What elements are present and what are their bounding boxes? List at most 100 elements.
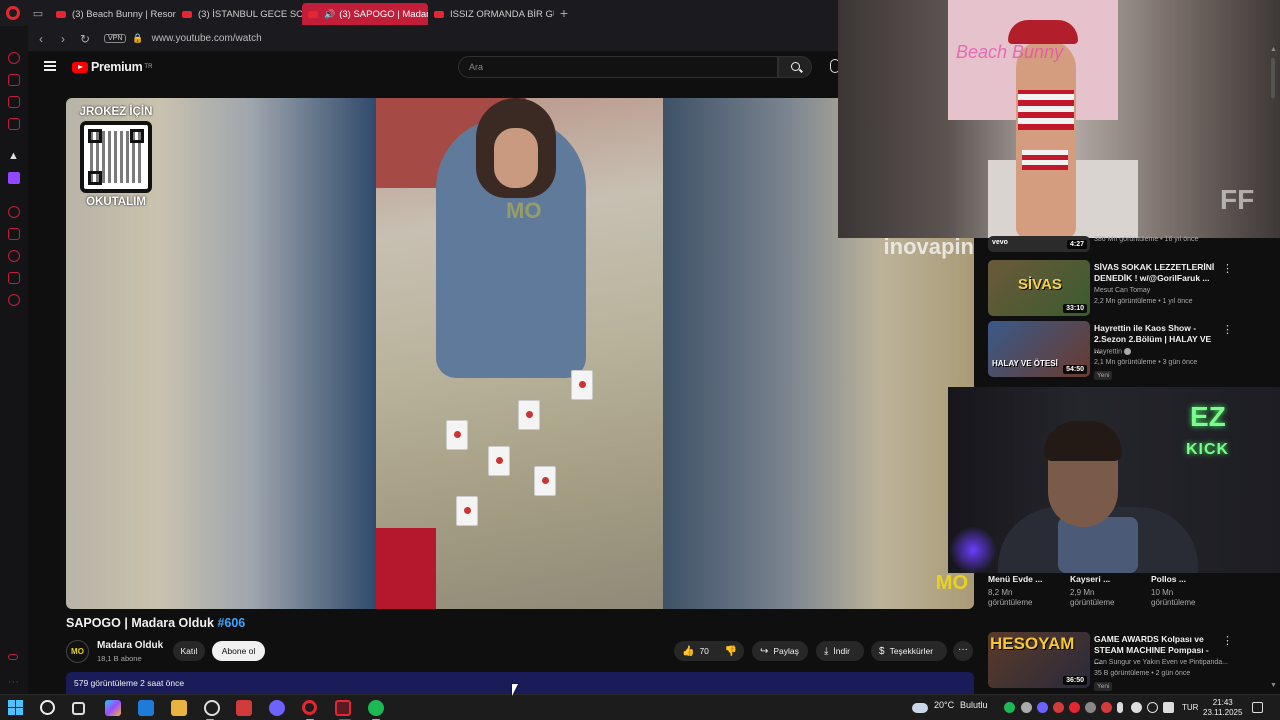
browser-tab-3-active[interactable]: 🔊 (3) SAPOGO | Madara — [302, 3, 428, 25]
more-options-icon[interactable]: ⋮ — [1222, 634, 1233, 647]
page-scrollbar[interactable]: ▲ ▼ — [1268, 46, 1278, 694]
more-options-icon[interactable]: ⋮ — [1222, 323, 1233, 336]
history-icon[interactable] — [8, 206, 20, 218]
video-thumbnail[interactable]: HALAY VE ÖTESİ 54:50 — [988, 321, 1090, 377]
youtube-premium-logo[interactable]: Premium TR — [72, 60, 152, 74]
video-thumbnail[interactable]: vevo 4:27 — [988, 236, 1090, 252]
thanks-button[interactable]: $ Teşekkürler — [871, 641, 947, 661]
hashtag-link[interactable]: #606 — [217, 616, 245, 630]
download-button[interactable]: ⤓ İndir — [816, 641, 864, 661]
more-options-icon[interactable]: ⋮ — [1222, 262, 1233, 275]
player-icon[interactable] — [8, 118, 20, 130]
share-button[interactable]: ↪ Paylaş — [752, 641, 808, 661]
cloud-icon[interactable] — [912, 703, 928, 713]
description-box[interactable]: 579 görüntüleme 2 saat önce — [66, 672, 974, 694]
copilot-icon[interactable] — [105, 700, 121, 716]
more-dots-icon[interactable]: ··· — [8, 676, 20, 688]
short-item[interactable]: Menü Evde ... 8,2 Mn görüntüleme — [988, 574, 1066, 607]
weather-description[interactable]: Bulutlu — [960, 700, 988, 710]
video-thumbnail[interactable]: SİVAS 33:10 — [988, 260, 1090, 316]
task-view-icon[interactable] — [72, 702, 85, 715]
search-input[interactable]: Ara — [458, 56, 778, 78]
gx-icon[interactable] — [8, 654, 18, 660]
spotify-tray-icon[interactable] — [1004, 702, 1015, 713]
tab-menu-icon[interactable]: ▭ — [26, 0, 50, 26]
list-item[interactable]: SİVAS 33:10 SİVAS SOKAK LEZZETLERİNİ DEN… — [988, 260, 1238, 318]
obs-icon[interactable] — [204, 700, 220, 716]
like-icon[interactable]: 👍 — [682, 646, 694, 657]
scroll-down-icon[interactable]: ▼ — [1270, 682, 1277, 689]
opera-icon[interactable] — [302, 700, 317, 715]
like-count[interactable]: 70 — [699, 646, 708, 656]
forward-arrow-icon[interactable]: › — [54, 32, 72, 46]
short-title[interactable]: Kayseri ... — [1070, 574, 1148, 584]
language-indicator[interactable]: TUR — [1182, 703, 1198, 712]
tray-app-icon[interactable] — [1085, 702, 1096, 713]
scroll-thumb[interactable] — [1271, 58, 1275, 98]
back-arrow-icon[interactable]: ‹ — [32, 32, 50, 46]
join-button[interactable]: Katıl — [173, 641, 205, 661]
channel-name[interactable]: Mesut Can Tomay — [1094, 287, 1150, 294]
browser-tab-4[interactable]: ISSIZ ORMANDA BİR GÜN — [428, 3, 554, 25]
tray-app-icon[interactable] — [1101, 702, 1112, 713]
microphone-tray-icon[interactable] — [1117, 702, 1123, 713]
opera-logo-icon[interactable] — [0, 0, 26, 26]
clock[interactable]: 21:43 23.11.2025 — [1203, 698, 1242, 718]
channel-name[interactable]: Madara Olduk — [97, 640, 163, 651]
subscribe-button[interactable]: Abone ol — [212, 641, 265, 661]
list-item[interactable]: HALAY VE ÖTESİ 54:50 Hayrettin ile Kaos … — [988, 321, 1238, 381]
short-title[interactable]: Menü Evde ... — [988, 574, 1066, 584]
menu-icon[interactable] — [44, 61, 56, 71]
short-title[interactable]: Pollos ... — [1151, 574, 1229, 584]
tray-app-icon[interactable] — [1069, 702, 1080, 713]
more-actions-button[interactable]: ··· — [953, 641, 973, 661]
voicemod-icon[interactable] — [236, 700, 252, 716]
vpn-badge[interactable]: VPN — [104, 34, 127, 43]
video-title[interactable]: SİVAS SOKAK LEZZETLERİNİ DENEDİK ! w/@Go… — [1094, 262, 1218, 284]
twitch-icon[interactable] — [8, 172, 20, 184]
reload-icon[interactable]: ↻ — [76, 32, 94, 46]
extensions-icon[interactable] — [8, 272, 20, 284]
search-button[interactable] — [778, 56, 812, 78]
url-field[interactable]: www.youtube.com/watch — [152, 33, 262, 44]
short-item[interactable]: Kayseri ... 2,9 Mn görüntüleme — [1070, 574, 1148, 607]
video-meta: 386 Mn görüntüleme • 16 yıl önce — [1094, 236, 1199, 243]
tray-app-icon[interactable] — [1053, 702, 1064, 713]
list-item[interactable]: HESOYAM 36:50 GAME AWARDS Kolpası ve STE… — [988, 632, 1238, 691]
channel-avatar[interactable]: MO — [66, 640, 89, 663]
chat-tray-icon[interactable] — [1131, 702, 1142, 713]
short-item[interactable]: Pollos ... 10 Mn görüntüleme — [1151, 574, 1229, 607]
browser-tab-1[interactable]: (3) Beach Bunny | Resort — [50, 3, 176, 25]
clock-icon[interactable] — [8, 250, 20, 262]
spotify-icon[interactable] — [368, 700, 384, 716]
aria-icon[interactable]: ▲ — [8, 150, 20, 162]
messenger-icon[interactable] — [8, 96, 20, 108]
search-icon[interactable] — [40, 700, 55, 715]
settings-icon[interactable] — [8, 294, 20, 306]
bag-icon[interactable] — [8, 74, 20, 86]
channel-name[interactable]: Hayrettin — [1094, 348, 1132, 355]
refresh-icon[interactable] — [8, 52, 20, 64]
volume-icon[interactable] — [1163, 702, 1174, 713]
youtube-header: Premium TR Ara — [28, 51, 840, 83]
notification-icon[interactable] — [1252, 702, 1263, 713]
wifi-tray-icon[interactable] — [1021, 702, 1032, 713]
network-icon[interactable] — [1147, 702, 1158, 713]
list-item[interactable]: vevo 4:27 386 Mn görüntüleme • 16 yıl ön… — [988, 236, 1238, 256]
discord-tray-icon[interactable] — [1037, 702, 1048, 713]
browser-tab-2[interactable]: (3) İSTANBUL GECE SOK — [176, 3, 302, 25]
new-tab-button[interactable]: + — [554, 5, 574, 21]
lock-icon[interactable]: 🔒 — [132, 33, 143, 44]
discord-icon[interactable] — [269, 700, 285, 716]
dislike-icon[interactable]: 👎 — [725, 646, 737, 657]
channel-name[interactable]: Can Sungur ve Yakın Even ve Pintipanda..… — [1094, 659, 1228, 666]
windows-start-icon[interactable] — [8, 700, 24, 716]
bookmark-icon[interactable] — [8, 228, 20, 240]
weather-temp[interactable]: 20°C — [934, 700, 954, 710]
speaker-icon[interactable]: 🔊 — [324, 9, 335, 20]
video-thumbnail[interactable]: HESOYAM 36:50 — [988, 632, 1090, 688]
file-explorer-icon[interactable] — [171, 700, 187, 716]
opera-gx-icon[interactable] — [335, 700, 351, 716]
outlook-icon[interactable] — [138, 700, 154, 716]
scroll-up-icon[interactable]: ▲ — [1270, 46, 1277, 53]
